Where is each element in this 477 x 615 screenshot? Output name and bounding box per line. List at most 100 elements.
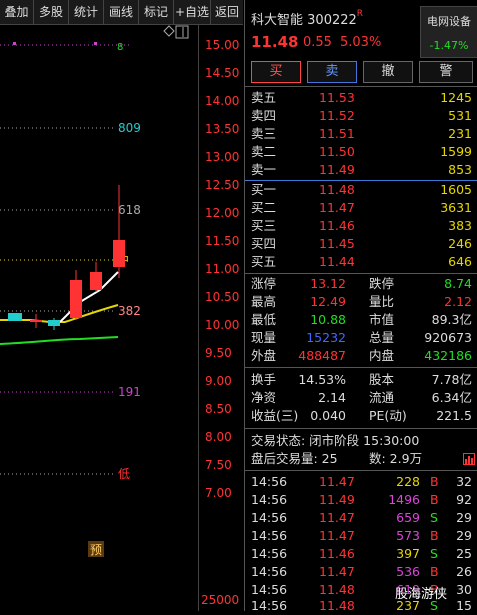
alert-button[interactable]: 警 <box>419 61 473 83</box>
low-label: 最低 <box>251 312 277 327</box>
multi-stock-button[interactable]: 多股 <box>34 0 69 24</box>
divider <box>245 86 477 87</box>
ask-volume: 1245 <box>440 90 472 105</box>
trade-volume: 536 <box>396 564 420 579</box>
candle-6 <box>113 240 125 267</box>
bid-label: 买三 <box>251 218 277 233</box>
total-volume-value: 920673 <box>424 330 472 345</box>
ask-label: 卖一 <box>251 162 277 177</box>
candle-3 <box>48 320 60 326</box>
watermark: 股海游侠 <box>395 587 448 602</box>
trade-count: 数: 2.9万 <box>369 451 423 466</box>
bid-row[interactable]: 买二 11.47 3631 <box>245 199 477 217</box>
trade-count: 29 <box>456 528 472 543</box>
bar-chart-icon[interactable] <box>463 453 475 465</box>
bid-row[interactable]: 买四 11.45 246 <box>245 235 477 253</box>
limit-down-value: 8.74 <box>444 276 472 291</box>
price-tick: 7.00 <box>205 486 232 500</box>
statistics-button[interactable]: 统计 <box>69 0 104 24</box>
stock-code: 300222 <box>307 13 357 28</box>
quote-panel: 科大智能 300222R 11.48 0.55 5.03% 电网设备 -1.47… <box>244 0 477 613</box>
ask-row[interactable]: 卖二 11.50 1599 <box>245 143 477 161</box>
candle-1 <box>8 313 22 321</box>
top-marker-label: 8 <box>117 42 123 53</box>
forecast-marker: 预 <box>90 543 102 557</box>
price-change-pct: 5.03% <box>340 35 382 50</box>
ask-label: 卖五 <box>251 90 277 105</box>
share-capital-label: 股本 <box>369 372 395 387</box>
sector-box[interactable]: 电网设备 -1.47% <box>420 6 477 58</box>
sector-pct: -1.47% <box>429 39 469 52</box>
draw-line-button[interactable]: 画线 <box>104 0 139 24</box>
float-label: 流通 <box>369 390 395 405</box>
ask-volume: 1599 <box>440 144 472 159</box>
price-tick: 14.50 <box>205 66 239 80</box>
fib-191-label: 191 <box>118 385 141 399</box>
ask-price: 11.49 <box>319 162 355 177</box>
price-axis: 15.00 14.50 14.00 13.50 13.00 12.50 12.0… <box>201 38 239 607</box>
fib-382-label: 382 <box>118 304 141 318</box>
bid-row[interactable]: 买一 11.48 1605 <box>245 181 477 199</box>
turnover-label: 换手 <box>251 372 277 387</box>
trade-price: 11.46 <box>319 546 355 561</box>
sell-button[interactable]: 卖 <box>307 61 357 83</box>
pe-label: PE(动) <box>369 408 407 423</box>
trade-count: 25 <box>456 546 472 561</box>
ask-row[interactable]: 卖四 11.52 531 <box>245 107 477 125</box>
price-tick: 11.00 <box>205 262 239 276</box>
trade-volume: 573 <box>396 528 420 543</box>
ask-row[interactable]: 卖一 11.49 853 <box>245 161 477 179</box>
trade-side: B <box>430 492 439 507</box>
current-volume-value: 15232 <box>306 330 346 345</box>
trade-volume: 659 <box>396 510 420 525</box>
divider <box>245 273 477 274</box>
trade-time: 14:56 <box>251 510 288 525</box>
diamond-icon[interactable] <box>163 25 175 37</box>
trade-volume: 228 <box>396 474 420 489</box>
divider <box>245 428 477 429</box>
price-tick: 10.50 <box>205 290 239 304</box>
trade-price: 11.47 <box>319 528 355 543</box>
trade-price: 11.47 <box>319 474 355 489</box>
ask-price: 11.50 <box>319 144 355 159</box>
price-change: 0.55 <box>303 35 332 50</box>
limit-up-value: 13.12 <box>310 276 346 291</box>
layout-icon[interactable] <box>175 25 189 39</box>
eps-label: 收益(三) <box>251 408 299 423</box>
price-tick: 10.00 <box>205 318 239 332</box>
trade-price: 11.47 <box>319 510 355 525</box>
mark-button[interactable]: 标记 <box>139 0 174 24</box>
net-assets-label: 净资 <box>251 390 277 405</box>
bid-row[interactable]: 买五 11.44 646 <box>245 253 477 271</box>
trade-time: 14:56 <box>251 598 288 613</box>
ask-row[interactable]: 卖五 11.53 1245 <box>245 89 477 107</box>
low-value: 10.88 <box>310 312 346 327</box>
trade-time: 14:56 <box>251 492 288 507</box>
back-button[interactable]: 返回 <box>211 0 243 24</box>
trade-count: 26 <box>456 564 472 579</box>
bid-price: 11.48 <box>319 182 355 197</box>
trade-time: 14:56 <box>251 528 288 543</box>
bid-volume: 3631 <box>440 200 472 215</box>
ask-row[interactable]: 卖三 11.51 231 <box>245 125 477 143</box>
bid-price: 11.45 <box>319 236 355 251</box>
bid-volume: 246 <box>448 236 472 251</box>
bid-row[interactable]: 买三 11.46 383 <box>245 217 477 235</box>
high-value: 12.49 <box>310 294 346 309</box>
ask-price: 11.53 <box>319 90 355 105</box>
bid-volume: 1605 <box>440 182 472 197</box>
stock-flag: R <box>356 9 364 19</box>
total-volume-label: 总量 <box>369 330 395 345</box>
top-marker-left <box>13 42 16 45</box>
add-watchlist-button[interactable]: +自选 <box>174 0 211 24</box>
ask-volume: 853 <box>448 162 472 177</box>
kline-chart[interactable]: 8 809 618 中 382 191 低 <box>0 24 243 611</box>
low-level-label: 低 <box>118 467 130 481</box>
divider <box>245 367 477 368</box>
buy-button[interactable]: 买 <box>251 61 301 83</box>
price-tick: 8.50 <box>205 402 232 416</box>
after-hours-volume: 盘后交易量: 25 <box>251 451 338 466</box>
cancel-order-button[interactable]: 撤 <box>363 61 413 83</box>
inner-volume-value: 432186 <box>424 348 472 363</box>
overlay-button[interactable]: 叠加 <box>0 0 34 24</box>
